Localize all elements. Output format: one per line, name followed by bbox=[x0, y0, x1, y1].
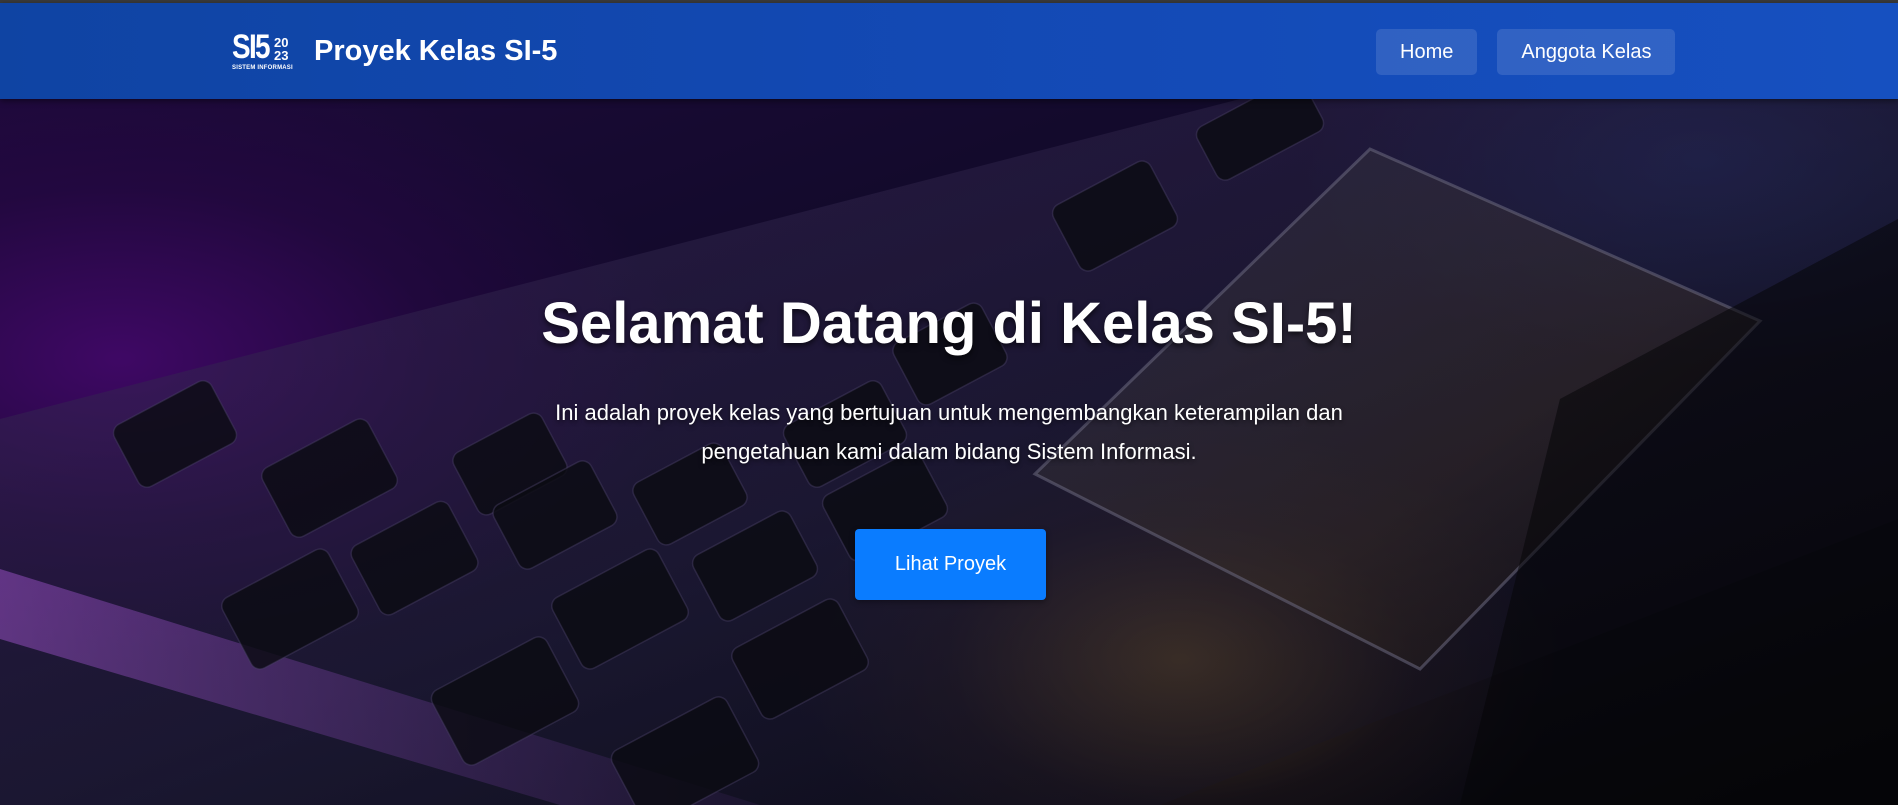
site-title[interactable]: Proyek Kelas SI-5 bbox=[314, 35, 557, 68]
logo-main-text: SI5 bbox=[232, 27, 271, 66]
nav-home-link[interactable]: Home bbox=[1376, 29, 1478, 75]
brand[interactable]: SI5 20 23 SISTEM INFORMASI Proyek Kelas … bbox=[232, 3, 557, 99]
hero-section: Selamat Datang di Kelas SI-5! Ini adalah… bbox=[0, 99, 1898, 805]
logo-year-top: 20 bbox=[274, 34, 289, 50]
si5-logo: SI5 20 23 SISTEM INFORMASI bbox=[232, 29, 294, 73]
hero-content: Selamat Datang di Kelas SI-5! Ini adalah… bbox=[0, 99, 1898, 805]
hero-title: Selamat Datang di Kelas SI-5! bbox=[541, 291, 1357, 356]
lihat-proyek-button[interactable]: Lihat Proyek bbox=[855, 529, 1046, 600]
navbar: SI5 20 23 SISTEM INFORMASI Proyek Kelas … bbox=[0, 3, 1898, 99]
nav-links: Home Anggota Kelas bbox=[1376, 29, 1676, 75]
logo-year-bottom: 23 bbox=[274, 47, 289, 63]
logo-mark: SI5 20 23 bbox=[232, 27, 294, 66]
logo-year: 20 23 bbox=[274, 36, 288, 62]
hero-description: Ini adalah proyek kelas yang bertujuan u… bbox=[555, 400, 1343, 464]
nav-anggota-kelas-link[interactable]: Anggota Kelas bbox=[1497, 29, 1676, 75]
